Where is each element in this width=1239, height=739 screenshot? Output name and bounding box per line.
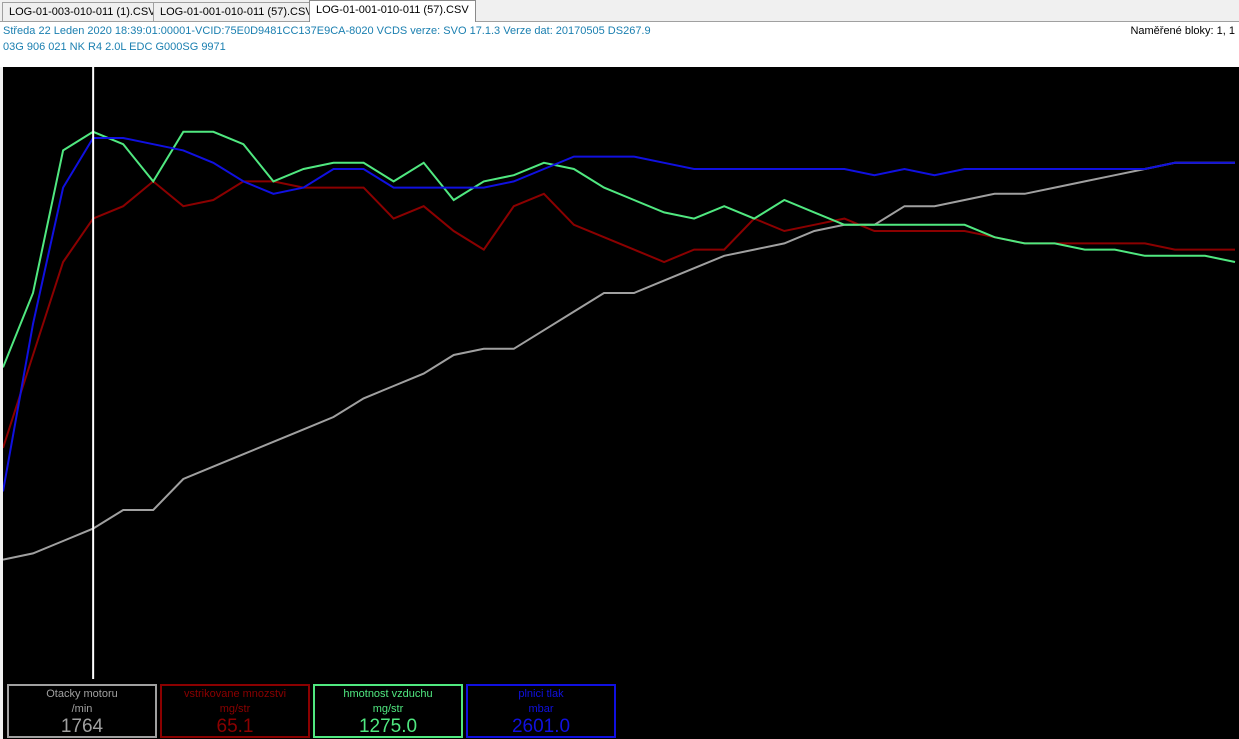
series-line-blue [3,137,1235,492]
gauge-air-mass[interactable]: hmotnost vzduchu mg/str 1275.0 [313,684,463,738]
gauge-name: Otacky motoru [46,688,118,700]
tab-log-001-57-a[interactable]: LOG-01-001-010-011 (57).CSV [153,2,320,22]
tab-bar: LOG-01-003-010-011 (1).CSV LOG-01-001-01… [0,0,1239,22]
gauge-name: hmotnost vzduchu [343,688,433,700]
gauge-value: 65.1 [216,716,254,737]
gauge-value: 2601.0 [511,716,571,737]
ecu-info-line: 03G 906 021 NK R4 2.0L EDC G000SG 9971 [3,41,226,53]
log-header: Středa 22 Leden 2020 18:39:01:00001-VCID… [0,22,1239,67]
gauge-name: plnici tlak [518,688,564,700]
gauge-engine-rpm[interactable]: Otacky motoru /min 1764 [7,684,157,738]
gauge-unit: mg/str [219,703,251,715]
log-info-line: Středa 22 Leden 2020 18:39:01:00001-VCID… [3,25,651,37]
measured-blocks: Naměřené bloky: 1, 1 [1130,25,1235,37]
tab-log-001-57-b[interactable]: LOG-01-001-010-011 (57).CSV [309,0,476,22]
gauge-value: 1764 [60,716,104,737]
graph-svg [3,67,1236,679]
gauge-name: vstrikovane mnozstvi [183,688,287,700]
tab-label: LOG-01-003-010-011 (1).CSV [9,6,156,18]
series-line-green [3,130,1236,368]
gauge-value: 1275.0 [358,716,418,737]
tab-label: LOG-01-001-010-011 (57).CSV [160,6,313,18]
tab-label: LOG-01-001-010-011 (57).CSV [316,4,469,16]
series-line-darkred [3,180,1235,449]
gauge-unit: mg/str [372,703,404,715]
gauge-unit: /min [71,703,93,715]
gauge-unit: mbar [528,703,554,715]
gauge-injection-quantity[interactable]: vstrikovane mnozstvi mg/str 65.1 [160,684,310,738]
gauge-boost-pressure[interactable]: plnici tlak mbar 2601.0 [466,684,616,738]
series-line-gray [3,161,1235,561]
tab-log-003-1[interactable]: LOG-01-003-010-011 (1).CSV [2,2,163,22]
graph-area[interactable] [3,67,1239,739]
